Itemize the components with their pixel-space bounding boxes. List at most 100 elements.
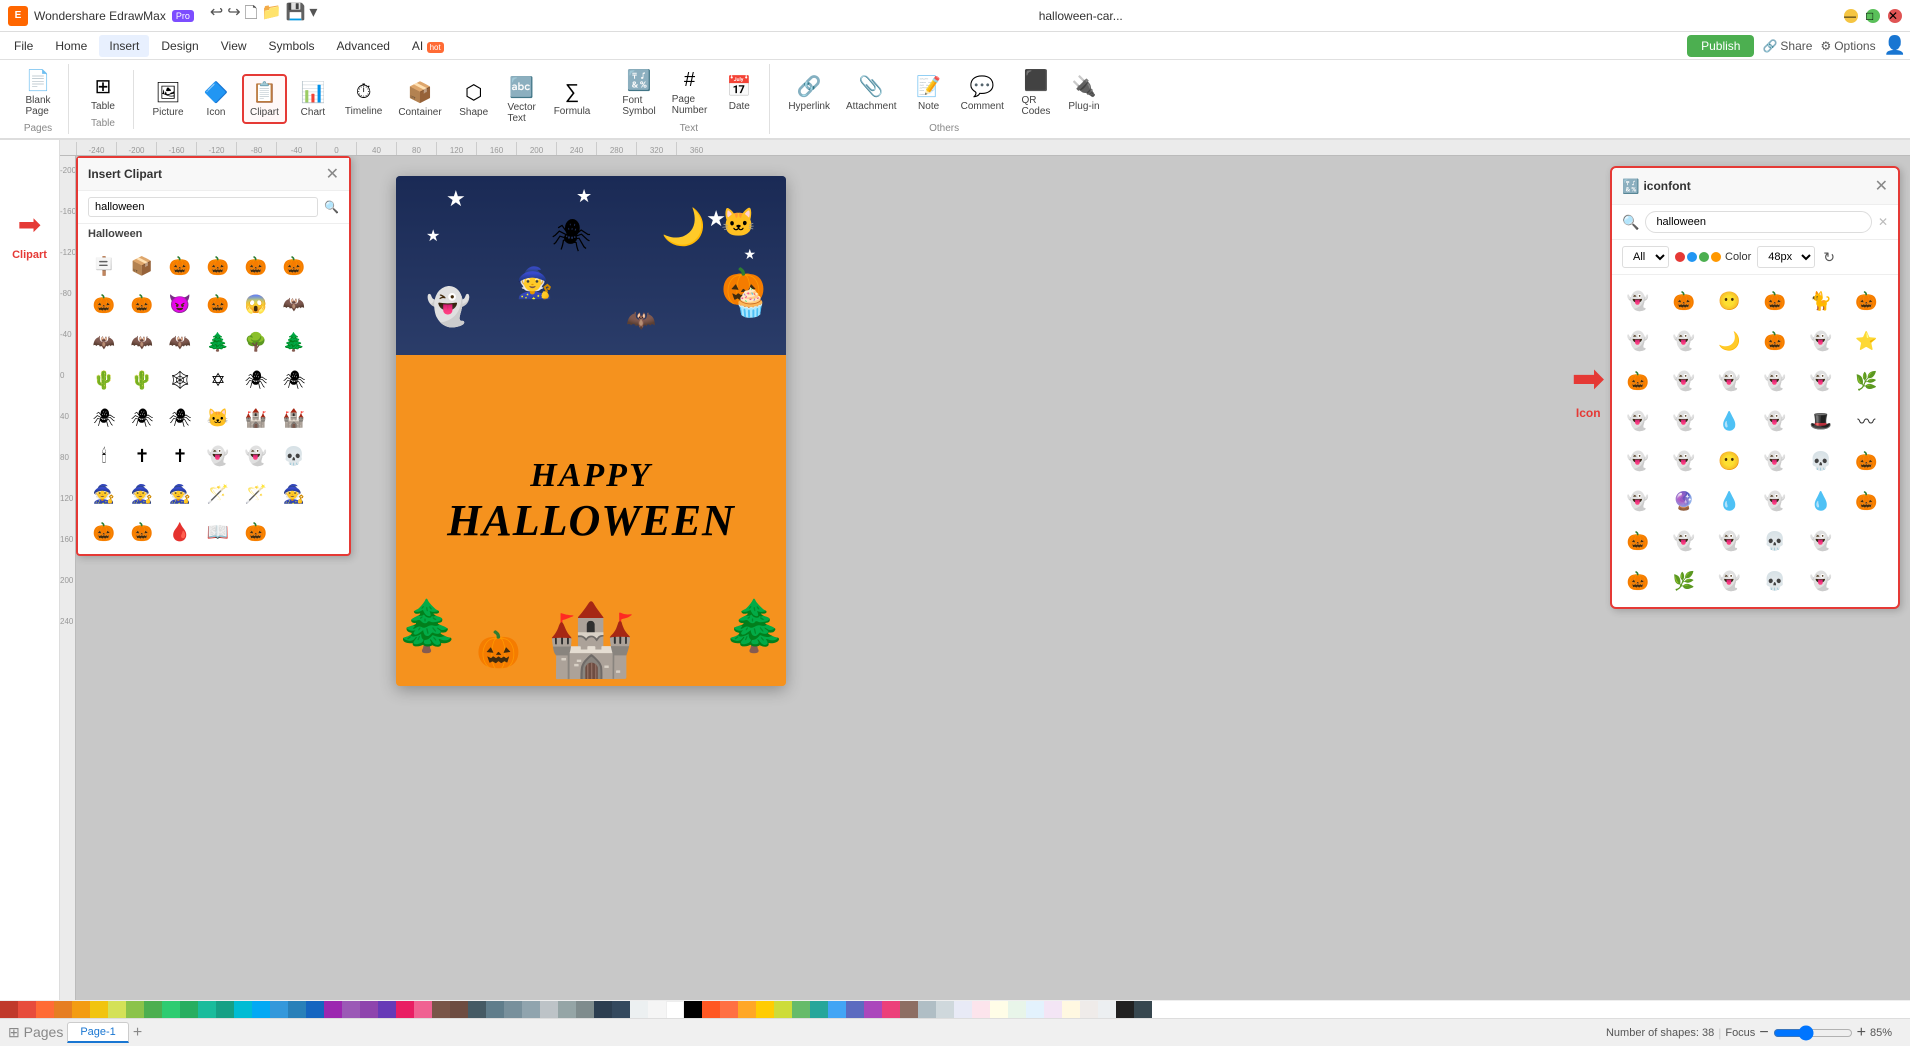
clipart-item[interactable]: 😈 [162, 286, 198, 322]
icon-item[interactable]: 💀 [1757, 523, 1793, 559]
palette-color[interactable] [774, 1001, 792, 1019]
palette-color[interactable] [792, 1001, 810, 1019]
palette-color[interactable] [882, 1001, 900, 1019]
clipart-item[interactable]: 🦇 [124, 324, 160, 360]
plugin-btn[interactable]: 🔌 Plug-in [1062, 70, 1106, 116]
palette-color[interactable] [954, 1001, 972, 1019]
icon-item[interactable]: 〰 [1848, 403, 1884, 439]
clipart-item[interactable]: 👻 [200, 438, 236, 474]
clipart-item[interactable]: 🕯 [86, 438, 122, 474]
date-btn[interactable]: 📅 Date [717, 70, 761, 116]
palette-color[interactable] [828, 1001, 846, 1019]
icon-item[interactable]: 👻 [1666, 403, 1702, 439]
palette-color[interactable] [1116, 1001, 1134, 1019]
picture-btn[interactable]: 🖼 Picture [146, 76, 190, 122]
menu-file[interactable]: File [4, 35, 43, 57]
clipart-item[interactable]: 🧙 [124, 476, 160, 512]
palette-color[interactable] [1062, 1001, 1080, 1019]
iconfont-search-clear[interactable]: ✕ [1878, 215, 1888, 229]
share-button[interactable]: 🔗 Share [1762, 39, 1812, 53]
icon-item[interactable]: 🌿 [1666, 563, 1702, 599]
clipart-item[interactable]: 🐱 [200, 400, 236, 436]
palette-color[interactable] [630, 1001, 648, 1019]
clipart-item[interactable]: 🩸 [162, 514, 198, 550]
palette-color[interactable] [918, 1001, 936, 1019]
palette-color[interactable] [486, 1001, 504, 1019]
icon-item[interactable]: 👻 [1803, 323, 1839, 359]
icon-item[interactable]: 🎃 [1848, 483, 1884, 519]
clipart-item[interactable]: ✝ [124, 438, 160, 474]
clipart-item[interactable]: 🕷 [124, 400, 160, 436]
new-btn[interactable]: 🗋 [245, 2, 258, 29]
palette-color[interactable] [900, 1001, 918, 1019]
palette-color[interactable] [360, 1001, 378, 1019]
clipart-item[interactable]: 🌲 [200, 324, 236, 360]
palette-color[interactable] [702, 1001, 720, 1019]
iconfont-color-filter[interactable]: Color [1675, 251, 1751, 263]
clipart-item[interactable]: 🌵 [86, 362, 122, 398]
clipart-item[interactable]: 🎃 [276, 248, 312, 284]
hyperlink-btn[interactable]: 🔗 Hyperlink [782, 70, 836, 116]
icon-item[interactable]: 💀 [1803, 443, 1839, 479]
palette-color[interactable] [1080, 1001, 1098, 1019]
clipart-item[interactable]: 🦇 [162, 324, 198, 360]
menu-design[interactable]: Design [151, 35, 208, 57]
clipart-item[interactable]: 🦇 [86, 324, 122, 360]
clipart-item[interactable]: 😱 [238, 286, 274, 322]
clipart-item[interactable]: 🧙 [162, 476, 198, 512]
publish-button[interactable]: Publish [1687, 35, 1754, 57]
clipart-item[interactable]: 🪧 [86, 248, 122, 284]
chart-btn[interactable]: 📊 Chart [291, 76, 335, 122]
clipart-item[interactable] [314, 476, 349, 512]
clipart-search-icon[interactable]: 🔍 [324, 200, 339, 214]
clipart-item[interactable]: 🎃 [200, 286, 236, 322]
palette-color[interactable] [18, 1001, 36, 1019]
icon-item[interactable]: 👻 [1803, 523, 1839, 559]
icon-item[interactable]: 👻 [1620, 443, 1656, 479]
blank-page-btn[interactable]: 📄 BlankPage [16, 64, 60, 121]
clipart-item[interactable] [314, 438, 349, 474]
palette-color[interactable] [990, 1001, 1008, 1019]
shape-btn[interactable]: ⬡ Shape [452, 76, 496, 122]
note-btn[interactable]: 📝 Note [907, 70, 951, 116]
qr-codes-btn[interactable]: ⬛ QRCodes [1014, 64, 1058, 121]
icon-item[interactable]: ⭐ [1848, 323, 1884, 359]
palette-color[interactable] [846, 1001, 864, 1019]
canvas[interactable]: ★ ★ ★ ★ ★ 🕷 🌙 🐱 👻 🧙 [76, 156, 1910, 1000]
palette-color[interactable] [270, 1001, 288, 1019]
icon-item[interactable]: 👻 [1803, 363, 1839, 399]
palette-color[interactable] [522, 1001, 540, 1019]
clipart-item[interactable]: ✝ [162, 438, 198, 474]
icon-item[interactable]: 😶 [1711, 283, 1747, 319]
palette-color[interactable] [378, 1001, 396, 1019]
clipart-item[interactable]: 🎃 [200, 248, 236, 284]
clipart-item[interactable]: 📖 [200, 514, 236, 550]
iconfont-close-btn[interactable]: ✕ [1875, 176, 1888, 196]
clipart-btn[interactable]: 📋 Clipart [242, 74, 287, 124]
palette-color[interactable] [414, 1001, 432, 1019]
palette-color[interactable] [648, 1001, 666, 1019]
clipart-item[interactable]: 🎃 [86, 286, 122, 322]
clipart-item[interactable] [314, 362, 349, 398]
icon-btn[interactable]: 🔷 Icon [194, 76, 238, 122]
icon-item[interactable]: 👻 [1666, 523, 1702, 559]
icon-item[interactable]: 👻 [1711, 563, 1747, 599]
clipart-item[interactable] [314, 514, 349, 550]
palette-color[interactable] [1008, 1001, 1026, 1019]
icon-item[interactable]: 🎃 [1620, 363, 1656, 399]
palette-color[interactable] [36, 1001, 54, 1019]
icon-item[interactable]: 👻 [1620, 283, 1656, 319]
table-btn[interactable]: ⊞ Table [81, 70, 125, 116]
palette-color[interactable] [1026, 1001, 1044, 1019]
zoom-slider[interactable] [1773, 1025, 1853, 1041]
icon-item[interactable]: 🎃 [1620, 523, 1656, 559]
clipart-item[interactable] [314, 248, 349, 284]
menu-view[interactable]: View [211, 35, 257, 57]
undo-btn[interactable]: ↩ [210, 2, 223, 29]
palette-color[interactable] [144, 1001, 162, 1019]
close-btn[interactable]: ✕ [1888, 9, 1902, 23]
palette-color[interactable] [1134, 1001, 1152, 1019]
palette-color[interactable] [234, 1001, 252, 1019]
icon-item[interactable]: 🌙 [1711, 323, 1747, 359]
clipart-item[interactable]: 🪄 [238, 476, 274, 512]
